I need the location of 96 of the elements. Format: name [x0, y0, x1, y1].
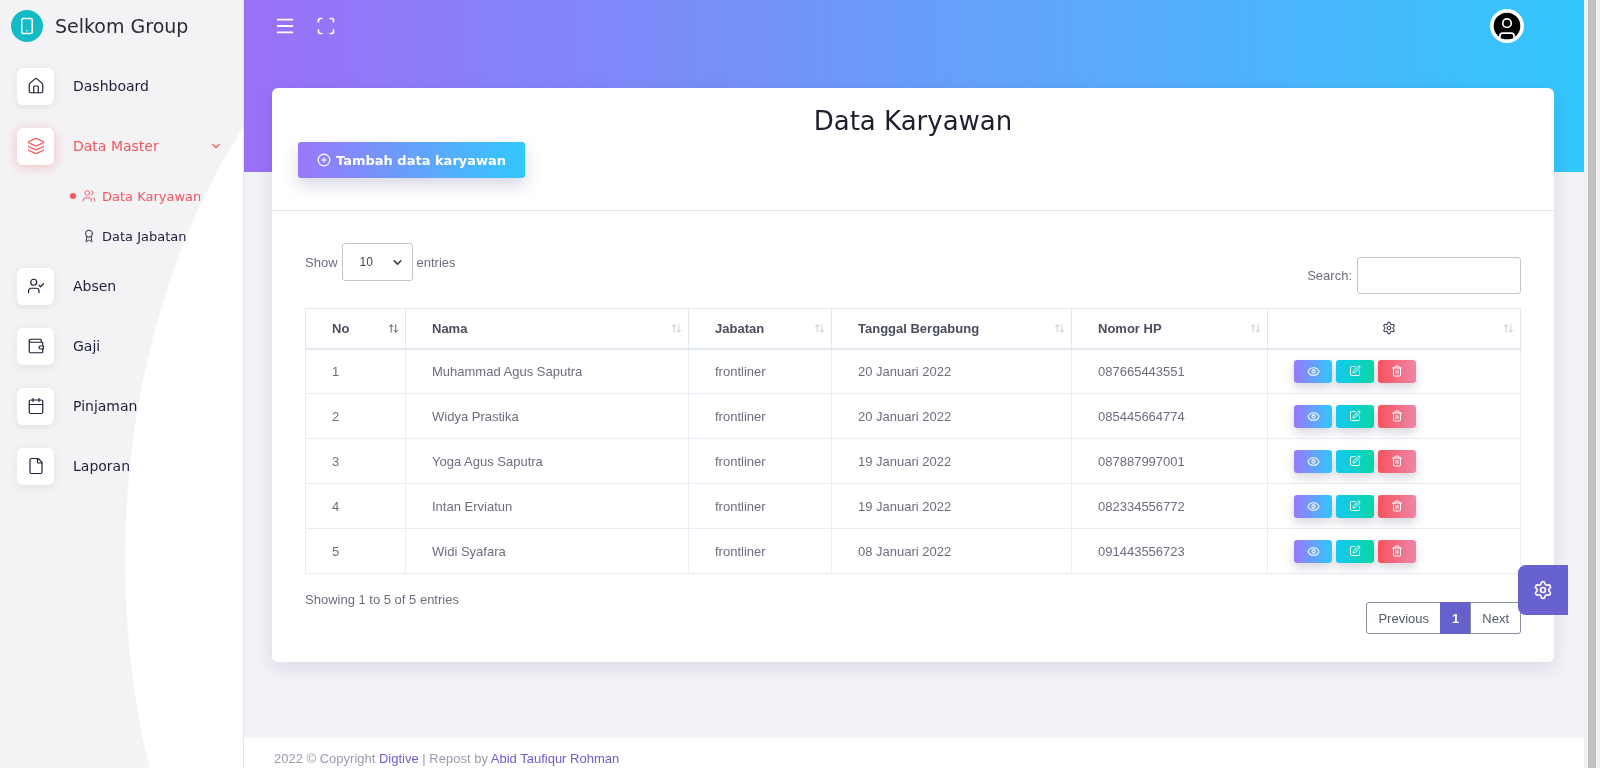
table-cell: 082334556772 — [1071, 483, 1268, 529]
edit-button[interactable] — [1336, 494, 1374, 518]
delete-button[interactable] — [1378, 494, 1416, 518]
file-icon — [17, 447, 54, 485]
table-cell: 1 — [305, 348, 406, 394]
users-icon — [82, 189, 96, 203]
trash-icon — [1391, 410, 1403, 422]
trash-icon — [1391, 365, 1403, 378]
table-cell: 085445664774 — [1071, 393, 1268, 439]
view-button[interactable] — [1294, 449, 1332, 473]
edit-button[interactable] — [1336, 539, 1374, 563]
column-header[interactable]: No — [305, 308, 406, 349]
entries-label: entries — [416, 254, 456, 270]
page-title: Data Karyawan — [813, 106, 1013, 136]
eye-icon — [1306, 364, 1320, 378]
award-icon — [82, 229, 96, 243]
table-cell: 19 Januari 2022 — [831, 438, 1072, 484]
edit-icon — [1349, 365, 1361, 378]
show-label: Show — [305, 254, 338, 270]
settings-icon — [1533, 580, 1553, 600]
footer-text: 2022 © Copyright Digtive | Repost by Abid Taufiqur Rohman — [274, 751, 620, 766]
avatar-icon[interactable] — [1490, 9, 1524, 43]
sidebar-item[interactable]: Dashboard — [0, 56, 243, 116]
footer-link[interactable]: Digtive — [379, 751, 419, 766]
sidebar-item[interactable]: Absen — [0, 256, 243, 316]
eye-icon — [1306, 499, 1320, 513]
table-info: Showing 1 to 5 of 5 entries — [305, 592, 459, 607]
table-cell: 4 — [305, 483, 406, 529]
wallet-icon — [17, 327, 54, 365]
table-cell: 20 Januari 2022 — [831, 393, 1072, 439]
edit-icon — [1349, 455, 1361, 467]
settings-icon — [1382, 321, 1396, 336]
pagination-button[interactable]: 1 — [1440, 602, 1472, 634]
table-cell: frontliner — [688, 393, 832, 439]
table-cell: Intan Erviatun — [405, 483, 689, 529]
table-cell: Yoga Agus Saputra — [405, 438, 689, 484]
layers-icon — [17, 127, 54, 165]
edit-button[interactable] — [1336, 404, 1374, 428]
scrollbar-thumb[interactable] — [1588, 0, 1596, 768]
delete-button[interactable] — [1378, 449, 1416, 473]
table-cell: frontliner — [688, 528, 832, 574]
logo-icon — [11, 10, 43, 42]
submenu-item[interactable]: Data Jabatan — [0, 216, 243, 256]
edit-icon — [1349, 500, 1361, 512]
view-button[interactable] — [1294, 494, 1332, 518]
edit-icon — [1349, 410, 1361, 422]
table-cell: 087665443551 — [1071, 348, 1268, 394]
table-cell: 20 Januari 2022 — [831, 348, 1072, 394]
edit-icon — [1349, 545, 1361, 557]
plus-circle-icon — [317, 153, 331, 167]
home-icon — [17, 67, 54, 105]
trash-icon — [1391, 455, 1403, 467]
column-header[interactable]: Tanggal Bergabung — [831, 308, 1072, 349]
table-cell: 087887997001 — [1071, 438, 1268, 484]
trash-icon — [1391, 545, 1403, 557]
table-cell: Widya Prastika — [405, 393, 689, 439]
table-cell: Muhammad Agus Saputra — [405, 348, 689, 394]
table-cell: frontliner — [688, 483, 832, 529]
trash-icon — [1391, 500, 1403, 512]
eye-icon — [1306, 544, 1320, 558]
eye-icon — [1306, 454, 1320, 468]
edit-button[interactable] — [1336, 359, 1374, 383]
brand-name: Selkom Group — [55, 15, 189, 37]
user-check-icon — [17, 267, 54, 305]
column-header[interactable]: Nomor HP — [1071, 308, 1268, 349]
table-cell: 2 — [305, 393, 406, 439]
sidebar-item[interactable]: Pinjaman — [0, 376, 243, 436]
delete-button[interactable] — [1378, 404, 1416, 428]
eye-icon — [1306, 409, 1320, 423]
pagination-button[interactable]: Previous — [1366, 602, 1442, 634]
table-cell: 08 Januari 2022 — [831, 528, 1072, 574]
view-button[interactable] — [1294, 359, 1332, 383]
table-cell: 3 — [305, 438, 406, 484]
delete-button[interactable] — [1378, 539, 1416, 563]
fullscreen-icon[interactable] — [316, 16, 336, 36]
table-cell: frontliner — [688, 438, 832, 484]
table-cell: 091443556723 — [1071, 528, 1268, 574]
search-field[interactable] — [1357, 257, 1521, 294]
sidebar-item[interactable]: Gaji — [0, 316, 243, 376]
table-cell: 5 — [305, 528, 406, 574]
sidebar-item[interactable]: Laporan — [0, 436, 243, 496]
edit-button[interactable] — [1336, 449, 1374, 473]
entries-select[interactable]: 10 — [341, 243, 413, 281]
column-header[interactable]: Nama — [405, 308, 689, 349]
column-header[interactable]: Jabatan — [688, 308, 832, 349]
footer-link[interactable]: Abid Taufiqur Rohman — [490, 751, 620, 766]
calendar-icon — [17, 387, 54, 425]
view-button[interactable] — [1294, 539, 1332, 563]
table-cell: Widi Syafara — [405, 528, 689, 574]
view-button[interactable] — [1294, 404, 1332, 428]
delete-button[interactable] — [1378, 359, 1416, 383]
pagination-button[interactable]: Next — [1470, 602, 1521, 634]
search-label: Search: — [1307, 268, 1352, 283]
table-cell: 19 Januari 2022 — [831, 483, 1072, 529]
settings-button[interactable] — [1518, 565, 1568, 615]
table-cell: frontliner — [688, 348, 832, 394]
